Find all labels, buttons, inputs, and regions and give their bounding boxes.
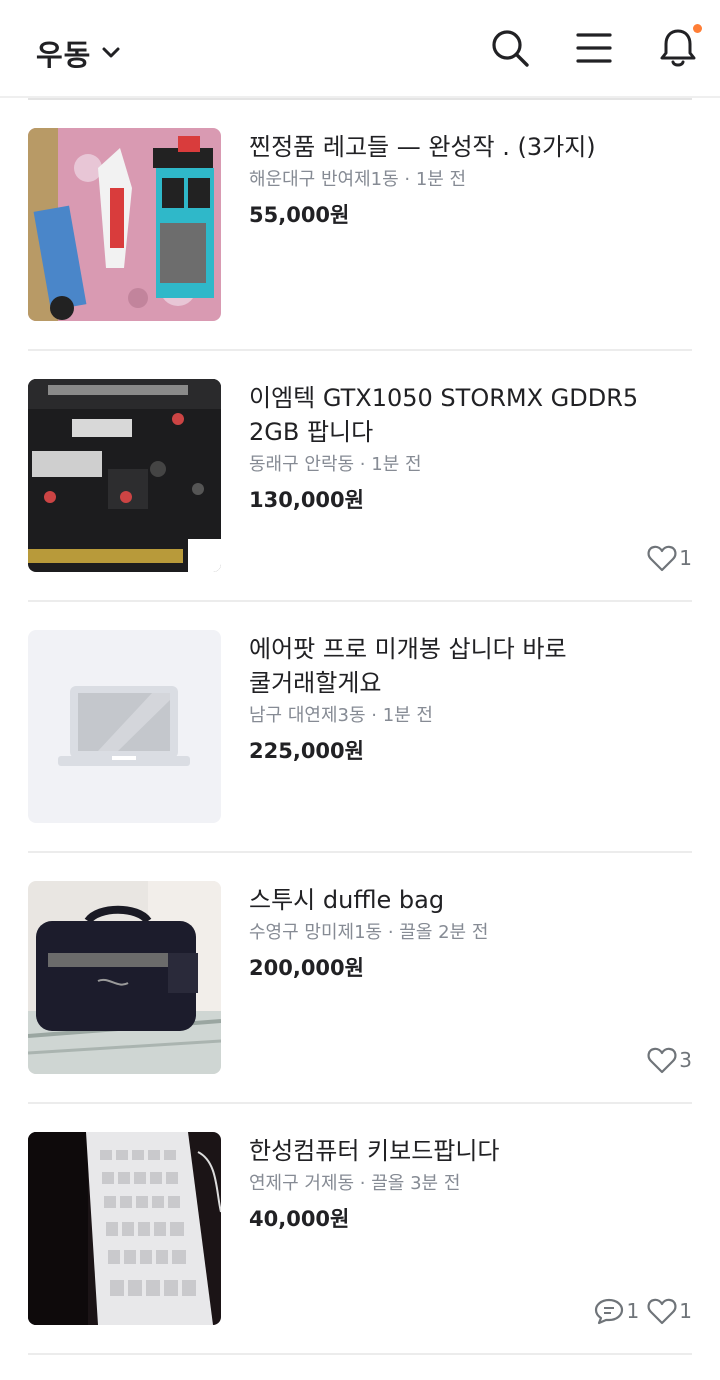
item-meta: 남구 대연제3동 · 1분 전 xyxy=(249,705,433,726)
item-meta: 연제구 거제동 · 끌올 3분 전 xyxy=(249,1173,461,1194)
item-meta: 동래구 안락동 · 1분 전 xyxy=(249,454,422,475)
laptop-placeholder-icon xyxy=(58,686,190,766)
location-selector[interactable]: 우동 xyxy=(36,32,121,74)
like-count[interactable]: 1 xyxy=(647,544,692,572)
list-item[interactable]: 한성컴퓨터 키보드팝니다 연제구 거제동 · 끌올 3분 전 40,000원 1… xyxy=(28,1104,692,1355)
like-count[interactable]: 3 xyxy=(647,1046,692,1074)
heart-icon xyxy=(647,545,677,572)
heart-icon xyxy=(647,1047,677,1074)
like-count[interactable]: 1 xyxy=(647,1297,692,1325)
item-meta: 해운대구 반여제1동 · 1분 전 xyxy=(249,169,467,190)
list-item[interactable]: 에어팟 프로 미개봉 삽니다 바로 쿨거래할게요 남구 대연제3동 · 1분 전… xyxy=(28,602,692,853)
chat-bubble-icon xyxy=(594,1298,623,1325)
list-item[interactable]: 이엠텍 GTX1050 STORMX GDDR5 2GB 팝니다 동래구 안락동… xyxy=(28,351,692,602)
item-price: 55,000원 xyxy=(249,203,350,227)
item-meta: 수영구 망미제1동 · 끌올 2분 전 xyxy=(249,922,489,943)
top-app-bar: 우동 xyxy=(0,0,720,98)
item-title: 이엠텍 GTX1050 STORMX GDDR5 2GB 팝니다 xyxy=(249,384,639,446)
notification-dot xyxy=(693,24,702,33)
item-info: 에어팟 프로 미개봉 삽니다 바로 쿨거래할게요 남구 대연제3동 · 1분 전… xyxy=(249,632,669,766)
item-counts: 1 1 xyxy=(585,1297,692,1325)
menu-icon xyxy=(576,33,612,63)
list-item[interactable]: 스투시 duffle bag 수영구 망미제1동 · 끌올 2분 전 200,0… xyxy=(28,853,692,1104)
chevron-down-icon xyxy=(102,47,120,58)
like-count-value: 1 xyxy=(679,546,692,570)
item-info: 한성컴퓨터 키보드팝니다 연제구 거제동 · 끌올 3분 전 40,000원 xyxy=(249,1134,669,1234)
bell-icon xyxy=(660,29,696,67)
item-price: 40,000원 xyxy=(249,1207,350,1231)
chat-count[interactable]: 1 xyxy=(593,1297,640,1325)
item-title: 찐정품 레고들 — 완성작 . (3가지) xyxy=(249,133,596,161)
product-thumbnail xyxy=(28,379,221,572)
item-counts: 3 xyxy=(639,1046,692,1074)
like-count-value: 1 xyxy=(679,1299,692,1323)
list-item[interactable]: 찐정품 레고들 — 완성작 . (3가지) 해운대구 반여제1동 · 1분 전 … xyxy=(28,100,692,351)
item-info: 스투시 duffle bag 수영구 망미제1동 · 끌올 2분 전 200,0… xyxy=(249,883,669,983)
product-thumbnail xyxy=(28,881,221,1074)
product-thumbnail xyxy=(28,128,221,321)
item-info: 찐정품 레고들 — 완성작 . (3가지) 해운대구 반여제1동 · 1분 전 … xyxy=(249,130,669,230)
item-title: 한성컴퓨터 키보드팝니다 xyxy=(249,1137,500,1165)
item-counts: 1 xyxy=(639,544,692,572)
item-title: 에어팟 프로 미개봉 삽니다 바로 쿨거래할게요 xyxy=(249,635,567,697)
search-button[interactable] xyxy=(488,26,532,70)
product-thumbnail xyxy=(28,1132,221,1325)
item-price: 200,000원 xyxy=(249,956,364,980)
chat-count-value: 1 xyxy=(626,1299,640,1323)
item-price: 225,000원 xyxy=(249,739,364,763)
item-info: 이엠텍 GTX1050 STORMX GDDR5 2GB 팝니다 동래구 안락동… xyxy=(249,381,669,515)
location-label: 우동 xyxy=(36,38,92,72)
product-list: 찐정품 레고들 — 완성작 . (3가지) 해운대구 반여제1동 · 1분 전 … xyxy=(28,98,692,1355)
search-icon xyxy=(492,30,529,67)
notification-button[interactable] xyxy=(656,24,702,70)
heart-icon xyxy=(647,1298,677,1325)
product-thumbnail-placeholder xyxy=(28,630,221,823)
item-price: 130,000원 xyxy=(249,488,364,512)
like-count-value: 3 xyxy=(679,1048,692,1072)
item-title: 스투시 duffle bag xyxy=(249,886,445,914)
menu-button[interactable] xyxy=(572,26,616,70)
